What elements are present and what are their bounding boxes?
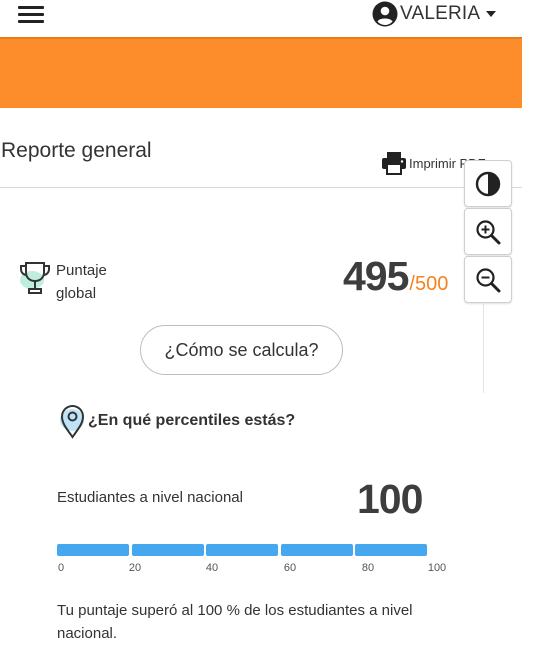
progress-segment <box>131 544 204 556</box>
national-result-text: Tu puntaje superó al 100 % de los estudi… <box>57 602 413 642</box>
printer-icon <box>382 152 406 175</box>
header-banner <box>0 37 522 108</box>
trophy-icon <box>20 262 50 294</box>
global-score-value: 495 <box>343 253 409 299</box>
national-students-label: Estudiantes a nivel nacional <box>57 489 243 506</box>
report-header: Reporte general Imprimir PDF <box>0 108 522 188</box>
tick-label: 60 <box>283 562 297 574</box>
top-bar: VALERIA <box>0 0 540 36</box>
global-score: 495 /500 <box>343 253 448 300</box>
how-is-it-calculated-button[interactable]: ¿Cómo se calcula? <box>140 325 343 375</box>
global-score-label: Puntaje global <box>56 262 107 302</box>
tick-label: 100 <box>427 562 447 574</box>
zoom-out-icon <box>476 267 501 292</box>
percentiles-question-text: ¿En qué percentiles estás? <box>88 412 296 429</box>
progress-segment <box>57 544 129 556</box>
zoom-out-button[interactable] <box>464 256 512 303</box>
account-circle-icon <box>372 1 398 27</box>
percentiles-question: ¿En qué percentiles estás? <box>58 403 295 439</box>
tick-label: 80 <box>361 562 375 574</box>
tick-label: 0 <box>57 562 65 574</box>
national-percentile-value: 100 <box>357 476 423 522</box>
divider-line <box>483 303 484 393</box>
percentile-progress-bar <box>57 544 427 556</box>
contrast-icon <box>475 171 501 196</box>
progress-segment <box>280 544 353 556</box>
contrast-button[interactable] <box>464 160 512 207</box>
progress-ticks: 0 20 40 60 80 100 <box>57 562 457 578</box>
location-pin-icon <box>60 405 85 439</box>
progress-segment <box>206 544 278 556</box>
tick-label: 40 <box>205 562 219 574</box>
caret-down-icon <box>486 11 497 17</box>
tick-label: 20 <box>128 562 142 574</box>
progress-segment <box>355 544 427 556</box>
hamburger-menu-icon[interactable] <box>18 4 46 24</box>
global-score-max: /500 <box>409 273 449 295</box>
accessibility-toolbar <box>464 160 513 304</box>
page-title: Reporte general <box>1 139 152 162</box>
zoom-in-button[interactable] <box>464 208 512 255</box>
zoom-in-icon <box>476 219 501 244</box>
user-name: VALERIA <box>400 3 481 24</box>
user-menu[interactable]: VALERIA <box>372 1 497 27</box>
